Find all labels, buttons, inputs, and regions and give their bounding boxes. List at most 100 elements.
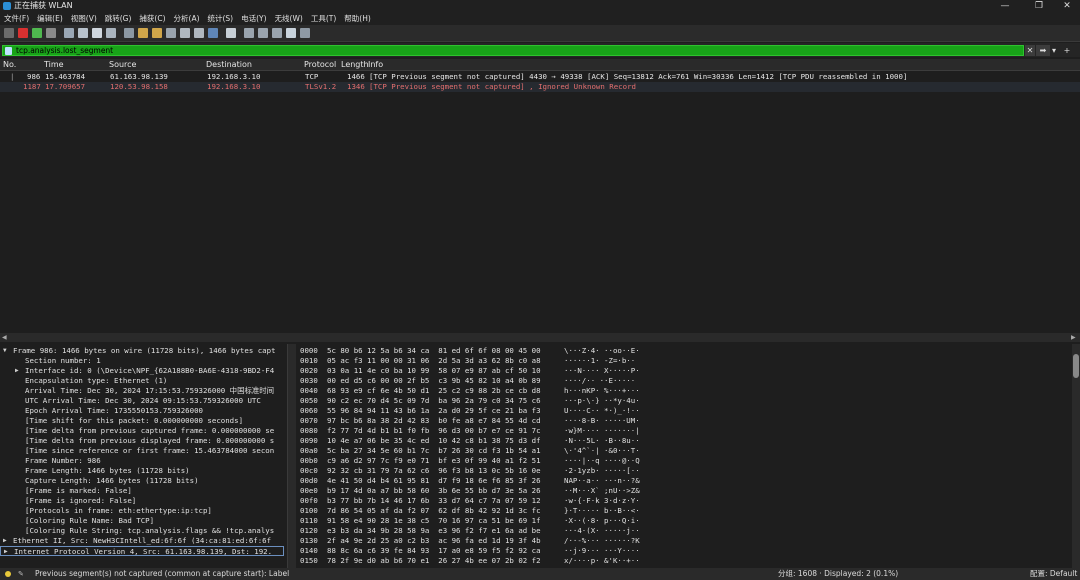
detail-line[interactable]: [Time delta from previous displayed fram… — [0, 436, 284, 446]
scroll-left-icon[interactable]: ◀ — [2, 333, 7, 342]
detail-line[interactable]: Frame Length: 1466 bytes (11728 bits) — [0, 466, 284, 476]
zoom-out-icon[interactable] — [258, 28, 268, 38]
filter-text[interactable]: tcp.analysis.lost_segment — [16, 46, 113, 56]
colorize-icon[interactable] — [226, 28, 236, 38]
column-time[interactable]: Time — [44, 59, 64, 71]
menu-statistics[interactable]: 统计(S) — [204, 12, 238, 25]
detail-frame[interactable]: ▼ Frame 986: 1466 bytes on wire (11728 bi… — [0, 346, 284, 356]
open-file-icon[interactable] — [64, 28, 74, 38]
detail-line[interactable]: [Time shift for this packet: 0.000000000… — [0, 416, 284, 426]
shark-fin-start-icon[interactable] — [4, 28, 14, 38]
capture-file-icon[interactable]: ✎ — [18, 568, 24, 580]
detail-line[interactable]: [Frame is marked: False] — [0, 486, 284, 496]
last-packet-icon[interactable] — [194, 28, 204, 38]
filter-dropdown-button[interactable]: ▾ — [1050, 45, 1058, 56]
column-info[interactable]: Info — [368, 59, 383, 71]
packet-bytes-pane[interactable]: 0000 5c 80 b6 12 5a b6 34 ca 81 ed 6f 6f … — [296, 344, 1072, 568]
packet-row[interactable]: | 986 15.463784 61.163.98.139 192.168.3.… — [0, 72, 1080, 82]
collapsed-arrow-icon[interactable]: ▶ — [15, 366, 19, 376]
layout-icon[interactable] — [300, 28, 310, 38]
go-back-icon[interactable] — [138, 28, 148, 38]
display-filter-input[interactable]: tcp.analysis.lost_segment — [2, 45, 1024, 56]
collapsed-arrow-icon[interactable]: ▶ — [3, 536, 7, 546]
auto-scroll-icon[interactable] — [208, 28, 218, 38]
capture-options-icon[interactable] — [46, 28, 56, 38]
minimize-button[interactable]: — — [990, 0, 1020, 12]
detail-line[interactable]: UTC Arrival Time: Dec 30, 2024 09:15:53.… — [0, 396, 284, 406]
menu-help[interactable]: 帮助(H) — [340, 12, 375, 25]
profile-label[interactable]: 配置: Default — [1030, 568, 1077, 580]
go-forward-icon[interactable] — [152, 28, 162, 38]
detail-line[interactable]: Frame Number: 986 — [0, 456, 284, 466]
menu-bar: 文件(F) 编辑(E) 视图(V) 跳转(G) 捕获(C) 分析(A) 统计(S) 电话(Y)… — [0, 12, 1080, 25]
column-destination[interactable]: Destination — [206, 59, 252, 71]
packet-source: 61.163.98.139 — [110, 72, 168, 81]
detail-line[interactable]: [Time delta from previous captured frame… — [0, 426, 284, 436]
expanded-arrow-icon[interactable]: ▼ — [3, 346, 7, 356]
packet-no: 1187 — [23, 82, 41, 91]
menu-capture[interactable]: 捕获(C) — [135, 12, 169, 25]
menu-tools[interactable]: 工具(T) — [307, 12, 340, 25]
packet-details-pane[interactable]: ▼ Frame 986: 1466 bytes on wire (11728 bi… — [0, 344, 288, 568]
scroll-right-icon[interactable]: ▶ — [1071, 333, 1076, 342]
save-file-icon[interactable] — [78, 28, 88, 38]
packet-row[interactable]: 1187 17.709657 120.53.98.158 192.168.3.1… — [0, 82, 1080, 92]
status-bar: ✎ Previous segment(s) not captured (comm… — [0, 568, 1080, 580]
column-no[interactable]: No. — [3, 59, 16, 71]
detail-line[interactable]: Epoch Arrival Time: 1735550153.759326000 — [0, 406, 284, 416]
column-source[interactable]: Source — [109, 59, 136, 71]
detail-line[interactable]: [Frame is ignored: False] — [0, 496, 284, 506]
detail-line[interactable]: Arrival Time: Dec 30, 2024 17:15:53.7593… — [0, 386, 284, 396]
detail-ethernet[interactable]: ▶ Ethernet II, Src: NewH3CIntell_ed:6f:6f… — [0, 536, 284, 546]
close-file-icon[interactable] — [92, 28, 102, 38]
packet-info: [TCP Previous segment not captured] 4430… — [369, 72, 908, 81]
bytes-scrollbar[interactable] — [1072, 344, 1080, 568]
detail-line[interactable]: Section number: 1 — [0, 356, 284, 366]
normal-size-icon[interactable] — [272, 28, 282, 38]
detail-line[interactable]: [Coloring Rule Name: Bad TCP] — [0, 516, 284, 526]
packet-no: 986 — [27, 72, 41, 81]
collapsed-arrow-icon[interactable]: ▶ — [4, 547, 8, 555]
menu-telephony[interactable]: 电话(Y) — [237, 12, 270, 25]
menu-edit[interactable]: 编辑(E) — [33, 12, 67, 25]
detail-ipv4[interactable]: ▶ Internet Protocol Version 4, Src: 61.16… — [0, 546, 284, 556]
menu-go[interactable]: 跳转(G) — [101, 12, 136, 25]
scroll-thumb[interactable] — [1073, 354, 1079, 378]
maximize-button[interactable]: ❐ — [1024, 0, 1054, 12]
clear-filter-button[interactable]: ✕ — [1025, 45, 1035, 56]
menu-analyze[interactable]: 分析(A) — [170, 12, 204, 25]
packet-destination: 192.168.3.10 — [207, 82, 261, 91]
first-packet-icon[interactable] — [180, 28, 190, 38]
packet-time: 17.709657 — [45, 82, 86, 91]
zoom-in-icon[interactable] — [244, 28, 254, 38]
apply-filter-button[interactable]: ➡ — [1036, 45, 1050, 56]
menu-file[interactable]: 文件(F) — [0, 12, 33, 25]
expert-info-icon[interactable] — [5, 571, 11, 577]
menu-wireless[interactable]: 无线(W) — [271, 12, 307, 25]
detail-line[interactable]: [Coloring Rule String: tcp.analysis.flag… — [0, 526, 284, 536]
packet-protocol: TLSv1.2 — [305, 82, 337, 91]
restart-capture-icon[interactable] — [32, 28, 42, 38]
stop-capture-icon[interactable] — [18, 28, 28, 38]
menu-view[interactable]: 视图(V) — [67, 12, 101, 25]
packet-list-header: No. Time Source Destination Protocol Len… — [0, 59, 1080, 71]
column-protocol[interactable]: Protocol — [304, 59, 336, 71]
bookmark-icon[interactable] — [5, 47, 12, 55]
details-scrollbar[interactable] — [288, 344, 296, 568]
close-button[interactable]: ✕ — [1052, 0, 1080, 12]
packet-length: 1346 — [347, 82, 365, 91]
detail-line[interactable]: Encapsulation type: Ethernet (1) — [0, 376, 284, 386]
packet-list-hscrollbar[interactable]: ◀ ▶ — [0, 333, 1080, 342]
column-length[interactable]: Length — [341, 59, 369, 71]
go-to-packet-icon[interactable] — [166, 28, 176, 38]
resize-columns-icon[interactable] — [286, 28, 296, 38]
detail-line[interactable]: [Time since reference or first frame: 15… — [0, 446, 284, 456]
detail-interface[interactable]: ▶ Interface id: 0 (\Device\NPF_{62A188B0-… — [0, 366, 284, 376]
packet-list-empty-area[interactable] — [0, 92, 1080, 332]
detail-line[interactable]: Capture Length: 1466 bytes (11728 bits) — [0, 476, 284, 486]
detail-line[interactable]: [Protocols in frame: eth:ethertype:ip:tc… — [0, 506, 284, 516]
packet-protocol: TCP — [305, 72, 319, 81]
find-packet-icon[interactable] — [124, 28, 134, 38]
reload-icon[interactable] — [106, 28, 116, 38]
add-filter-button[interactable]: + — [1062, 45, 1072, 56]
